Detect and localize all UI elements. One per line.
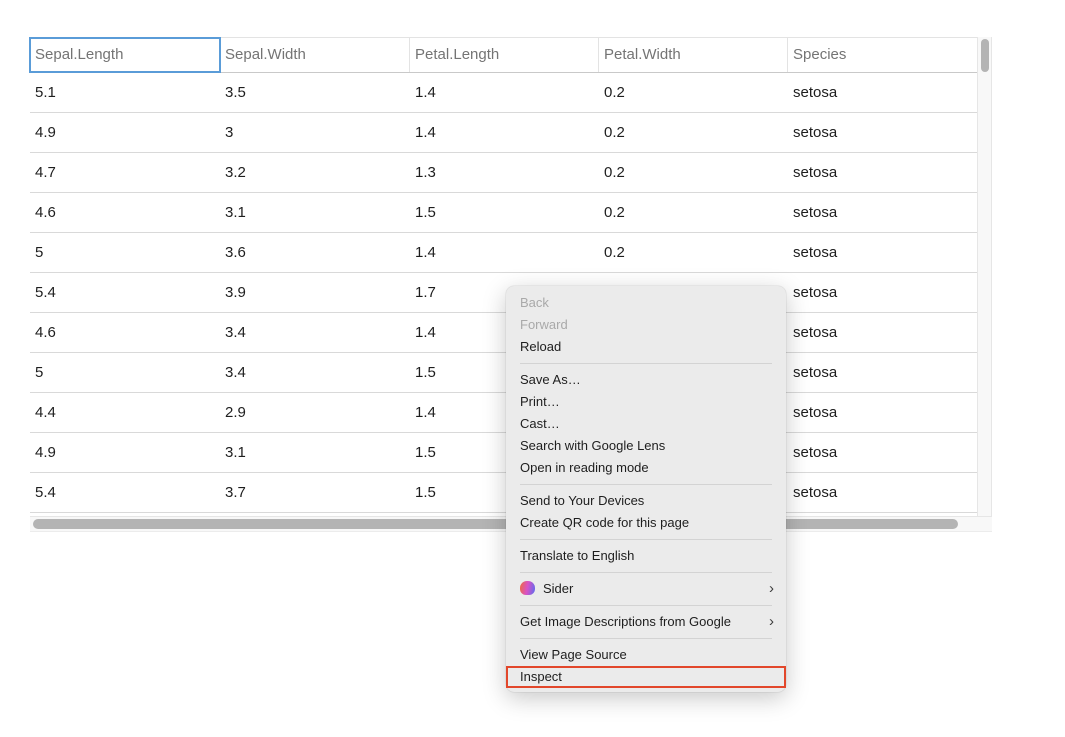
submenu-chevron-icon: › <box>769 611 774 633</box>
table-cell: 1.4 <box>410 73 599 112</box>
menu-separator <box>520 363 772 364</box>
table-cell: setosa <box>788 473 977 512</box>
table-cell: 3.1 <box>220 193 410 232</box>
menu-item-send-to-your-devices[interactable]: Send to Your Devices <box>506 490 786 512</box>
table-cell: 4.7 <box>30 153 220 192</box>
menu-item-reload[interactable]: Reload <box>506 336 786 358</box>
table-cell: setosa <box>788 313 977 352</box>
table-cell: 3.5 <box>220 73 410 112</box>
menu-item-label: Get Image Descriptions from Google <box>520 614 731 629</box>
table-cell: 1.5 <box>410 193 599 232</box>
menu-item-get-image-descriptions[interactable]: Get Image Descriptions from Google › <box>506 611 786 633</box>
iris-data-table: Sepal.Length Sepal.Width Petal.Length Pe… <box>30 37 977 513</box>
menu-item-search-with-google-lens[interactable]: Search with Google Lens <box>506 435 786 457</box>
table-cell: 3.1 <box>220 433 410 472</box>
menu-item-back: Back <box>506 292 786 314</box>
column-header-species[interactable]: Species <box>788 38 977 72</box>
menu-item-open-in-reading-mode[interactable]: Open in reading mode <box>506 457 786 479</box>
menu-item-view-page-source[interactable]: View Page Source <box>506 644 786 666</box>
sider-brain-icon <box>520 581 535 595</box>
table-cell: 3.7 <box>220 473 410 512</box>
menu-separator <box>520 539 772 540</box>
table-cell: setosa <box>788 273 977 312</box>
table-cell: setosa <box>788 353 977 392</box>
table-row: 5.1 3.5 1.4 0.2 setosa <box>30 73 977 113</box>
vertical-scrollbar-track[interactable] <box>977 37 992 516</box>
browser-context-menu: Back Forward Reload Save As… Print… Cast… <box>506 286 786 692</box>
table-row: 4.6 3.4 1.4 setosa <box>30 313 977 353</box>
table-cell: setosa <box>788 73 977 112</box>
table-cell: 3 <box>220 113 410 152</box>
table-cell: 1.3 <box>410 153 599 192</box>
menu-separator <box>520 572 772 573</box>
table-cell: setosa <box>788 113 977 152</box>
table-cell: 0.2 <box>599 153 788 192</box>
table-cell: 4.9 <box>30 433 220 472</box>
column-header-petal-length[interactable]: Petal.Length <box>410 38 599 72</box>
table-cell: setosa <box>788 233 977 272</box>
column-header-sepal-width[interactable]: Sepal.Width <box>220 38 410 72</box>
table-cell: 3.6 <box>220 233 410 272</box>
table-cell: 3.2 <box>220 153 410 192</box>
menu-item-create-qr-code[interactable]: Create QR code for this page <box>506 512 786 534</box>
table-cell: setosa <box>788 193 977 232</box>
menu-item-translate-to-english[interactable]: Translate to English <box>506 545 786 567</box>
table-header-row: Sepal.Length Sepal.Width Petal.Length Pe… <box>30 37 977 73</box>
column-header-petal-width[interactable]: Petal.Width <box>599 38 788 72</box>
table-row: 5 3.6 1.4 0.2 setosa <box>30 233 977 273</box>
table-cell: 0.2 <box>599 113 788 152</box>
menu-item-save-as[interactable]: Save As… <box>506 369 786 391</box>
menu-separator <box>520 484 772 485</box>
table-cell: 5 <box>30 353 220 392</box>
submenu-chevron-icon: › <box>769 578 774 600</box>
table-cell: 2.9 <box>220 393 410 432</box>
menu-item-forward: Forward <box>506 314 786 336</box>
menu-item-inspect[interactable]: Inspect <box>506 666 786 688</box>
table-cell: 5 <box>30 233 220 272</box>
table-row: 4.9 3 1.4 0.2 setosa <box>30 113 977 153</box>
table-row: 4.9 3.1 1.5 setosa <box>30 433 977 473</box>
table-row: 5.4 3.7 1.5 setosa <box>30 473 977 513</box>
table-cell: 1.4 <box>410 113 599 152</box>
table-cell: 5.4 <box>30 273 220 312</box>
menu-item-sider[interactable]: Sider › <box>506 578 786 600</box>
column-header-sepal-length[interactable]: Sepal.Length <box>30 38 220 72</box>
table-cell: 0.2 <box>599 233 788 272</box>
table-row: 5 3.4 1.5 setosa <box>30 353 977 393</box>
table-cell: 5.4 <box>30 473 220 512</box>
table-cell: 0.2 <box>599 73 788 112</box>
table-cell: setosa <box>788 153 977 192</box>
menu-item-cast[interactable]: Cast… <box>506 413 786 435</box>
table-row: 5.4 3.9 1.7 setosa <box>30 273 977 313</box>
table-cell: 5.1 <box>30 73 220 112</box>
menu-item-print[interactable]: Print… <box>506 391 786 413</box>
menu-separator <box>520 638 772 639</box>
table-cell: 3.4 <box>220 313 410 352</box>
table-cell: setosa <box>788 393 977 432</box>
menu-separator <box>520 605 772 606</box>
table-cell: 3.9 <box>220 273 410 312</box>
vertical-scrollbar-thumb[interactable] <box>981 39 989 72</box>
table-row: 4.7 3.2 1.3 0.2 setosa <box>30 153 977 193</box>
horizontal-scrollbar-thumb[interactable] <box>33 519 958 529</box>
table-cell: 3.4 <box>220 353 410 392</box>
table-cell: setosa <box>788 433 977 472</box>
table-row: 4.6 3.1 1.5 0.2 setosa <box>30 193 977 233</box>
table-cell: 0.2 <box>599 193 788 232</box>
table-cell: 4.6 <box>30 193 220 232</box>
table-cell: 4.9 <box>30 113 220 152</box>
menu-item-label: Sider <box>543 581 573 596</box>
table-row: 4.4 2.9 1.4 setosa <box>30 393 977 433</box>
table-cell: 4.6 <box>30 313 220 352</box>
table-cell: 1.4 <box>410 233 599 272</box>
table-cell: 4.4 <box>30 393 220 432</box>
